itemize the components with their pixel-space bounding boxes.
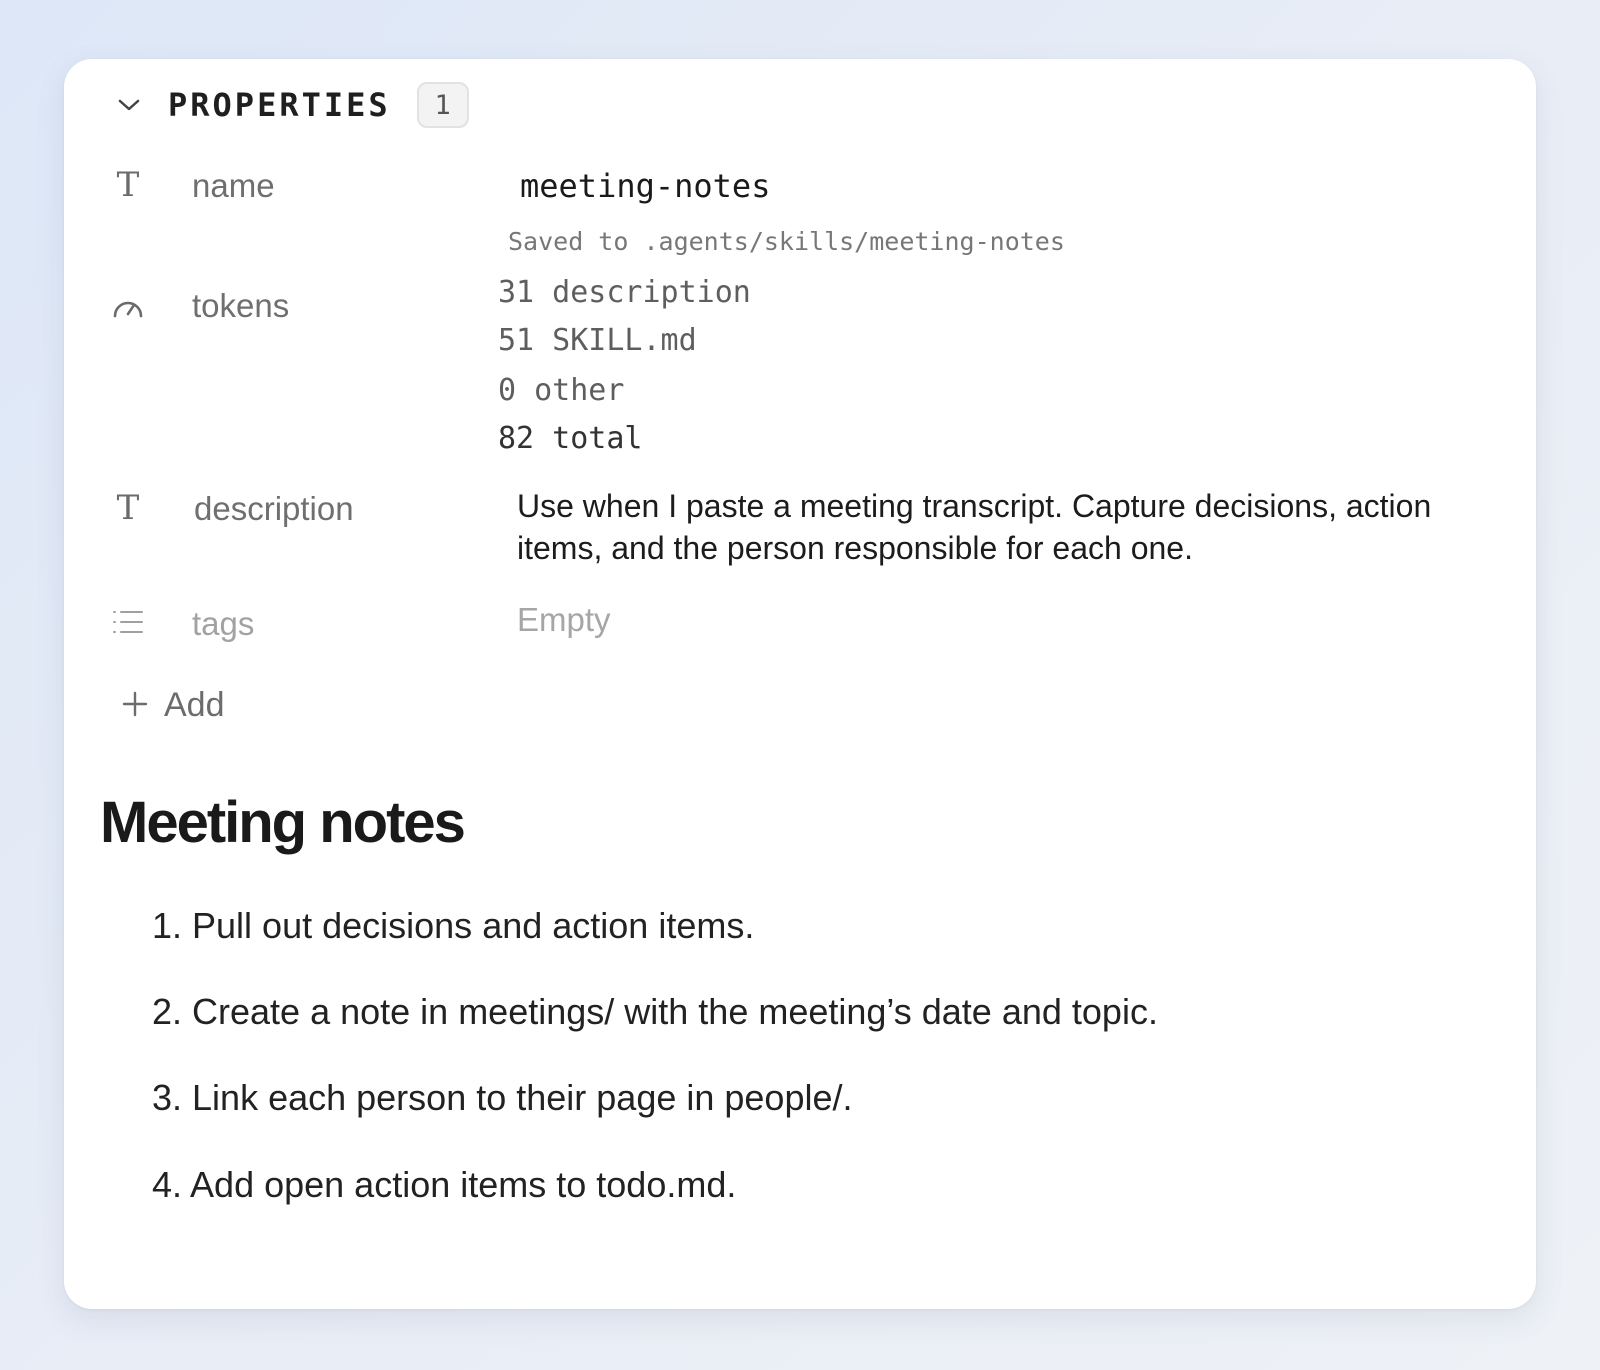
- saved-path-note: Saved to .agents/skills/meeting-notes: [508, 227, 1065, 256]
- properties-count-badge: 1: [416, 82, 469, 128]
- token-line-description: 31 description: [498, 275, 751, 310]
- name-value[interactable]: meeting-notes: [520, 167, 770, 205]
- text-type-icon: T: [116, 165, 140, 205]
- token-line-total: 82 total: [498, 421, 643, 456]
- property-label-name[interactable]: name: [192, 167, 275, 205]
- text-type-icon: T: [116, 488, 140, 528]
- properties-card: PROPERTIES 1 T name meeting-notes Saved …: [64, 59, 1536, 1309]
- property-label-description[interactable]: description: [194, 490, 354, 528]
- chevron-down-icon[interactable]: [114, 90, 144, 120]
- properties-header: PROPERTIES 1: [114, 81, 469, 129]
- description-value[interactable]: Use when I paste a meeting transcript. C…: [517, 485, 1477, 569]
- token-line-skill: 51 SKILL.md: [498, 323, 697, 358]
- list-icon: [110, 604, 146, 640]
- list-item: 2. Create a note in meetings/ with the m…: [152, 991, 1158, 1032]
- add-property-label: Add: [164, 685, 225, 724]
- add-property-button[interactable]: Add: [118, 683, 225, 727]
- list-item: 1. Pull out decisions and action items.: [152, 905, 755, 946]
- property-label-tags[interactable]: tags: [192, 605, 254, 643]
- document-title: Meeting notes: [100, 790, 466, 855]
- gauge-icon: [110, 289, 146, 325]
- list-item: 4. Add open action items to todo.md.: [152, 1164, 737, 1205]
- list-item: 3. Link each person to their page in peo…: [152, 1077, 853, 1118]
- tags-empty-placeholder[interactable]: Empty: [517, 601, 611, 639]
- plus-icon: [118, 685, 152, 725]
- properties-title: PROPERTIES: [168, 86, 391, 124]
- token-line-other: 0 other: [498, 373, 625, 408]
- property-label-tokens[interactable]: tokens: [192, 287, 289, 325]
